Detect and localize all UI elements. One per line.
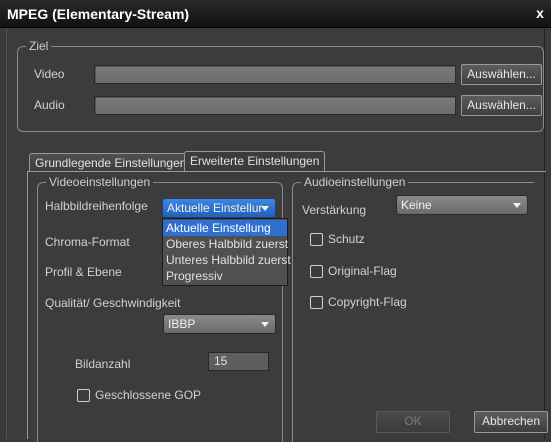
dialog-body: Ziel Video Auswählen... Audio Auswählen.…	[6, 29, 548, 442]
chevron-down-icon	[513, 203, 521, 208]
ok-button[interactable]: OK	[376, 411, 450, 433]
dropdown-option[interactable]: Oberes Halbbild zuerst	[163, 236, 288, 252]
protect-checkbox[interactable]	[310, 233, 323, 246]
audio-select-button[interactable]: Auswählen...	[461, 95, 542, 116]
cancel-button[interactable]: Abbrechen	[474, 411, 548, 433]
dropdown-option[interactable]: Progressiv	[163, 268, 287, 284]
quality-speed-label: Qualität/ Geschwindigkeit	[45, 296, 181, 310]
field-order-select[interactable]: Aktuelle Einstellur	[162, 198, 276, 218]
gop-structure-select[interactable]: IBBP	[163, 314, 276, 334]
frame-count-label: Bildanzahl	[75, 357, 131, 371]
gain-label: Verstärkung	[302, 203, 367, 217]
audio-settings-group: Audioeinstellungen	[292, 175, 534, 442]
tab-advanced-settings[interactable]: Erweiterte Einstellungen	[184, 151, 326, 172]
gain-select[interactable]: Keine	[396, 195, 528, 215]
chevron-down-icon	[261, 322, 269, 327]
ziel-legend: Ziel	[26, 39, 52, 53]
close-icon[interactable]: x	[531, 4, 549, 22]
copyright-flag-checkbox[interactable]	[310, 296, 323, 309]
field-order-label: Halbbildreihenfolge	[45, 199, 148, 213]
closed-gop-label: Geschlossene GOP	[95, 388, 202, 402]
copyright-flag-label: Copyright-Flag	[328, 295, 407, 309]
video-label: Video	[34, 67, 65, 81]
original-flag-label: Original-Flag	[328, 264, 397, 278]
audio-label: Audio	[34, 98, 65, 112]
frame-count-input[interactable]: 15	[208, 352, 269, 371]
chroma-format-label: Chroma-Format	[45, 235, 130, 249]
field-order-dropdown: Aktuelle Einstellung Oberes Halbbild zue…	[162, 218, 291, 286]
video-path-field[interactable]	[94, 65, 456, 84]
title-bar: MPEG (Elementary-Stream) x	[0, 0, 551, 28]
video-select-button[interactable]: Auswählen...	[461, 64, 542, 85]
window-title: MPEG (Elementary-Stream)	[7, 6, 190, 22]
original-flag-checkbox[interactable]	[310, 265, 323, 278]
closed-gop-checkbox[interactable]	[77, 389, 90, 402]
protect-label: Schutz	[328, 232, 365, 246]
tab-basic-settings[interactable]: Grundlegende Einstellungen	[29, 153, 193, 172]
audio-settings-legend: Audioeinstellungen	[301, 175, 409, 189]
profile-level-label: Profil & Ebene	[45, 265, 122, 279]
audio-path-field[interactable]	[94, 96, 456, 115]
video-settings-legend: Videoeinstellungen	[46, 175, 154, 189]
chevron-down-icon	[261, 206, 269, 211]
ziel-group: Ziel Video Auswählen... Audio Auswählen.…	[17, 39, 544, 132]
dropdown-option[interactable]: Unteres Halbbild zuerst	[163, 252, 291, 268]
dropdown-option[interactable]: Aktuelle Einstellung	[163, 220, 287, 236]
